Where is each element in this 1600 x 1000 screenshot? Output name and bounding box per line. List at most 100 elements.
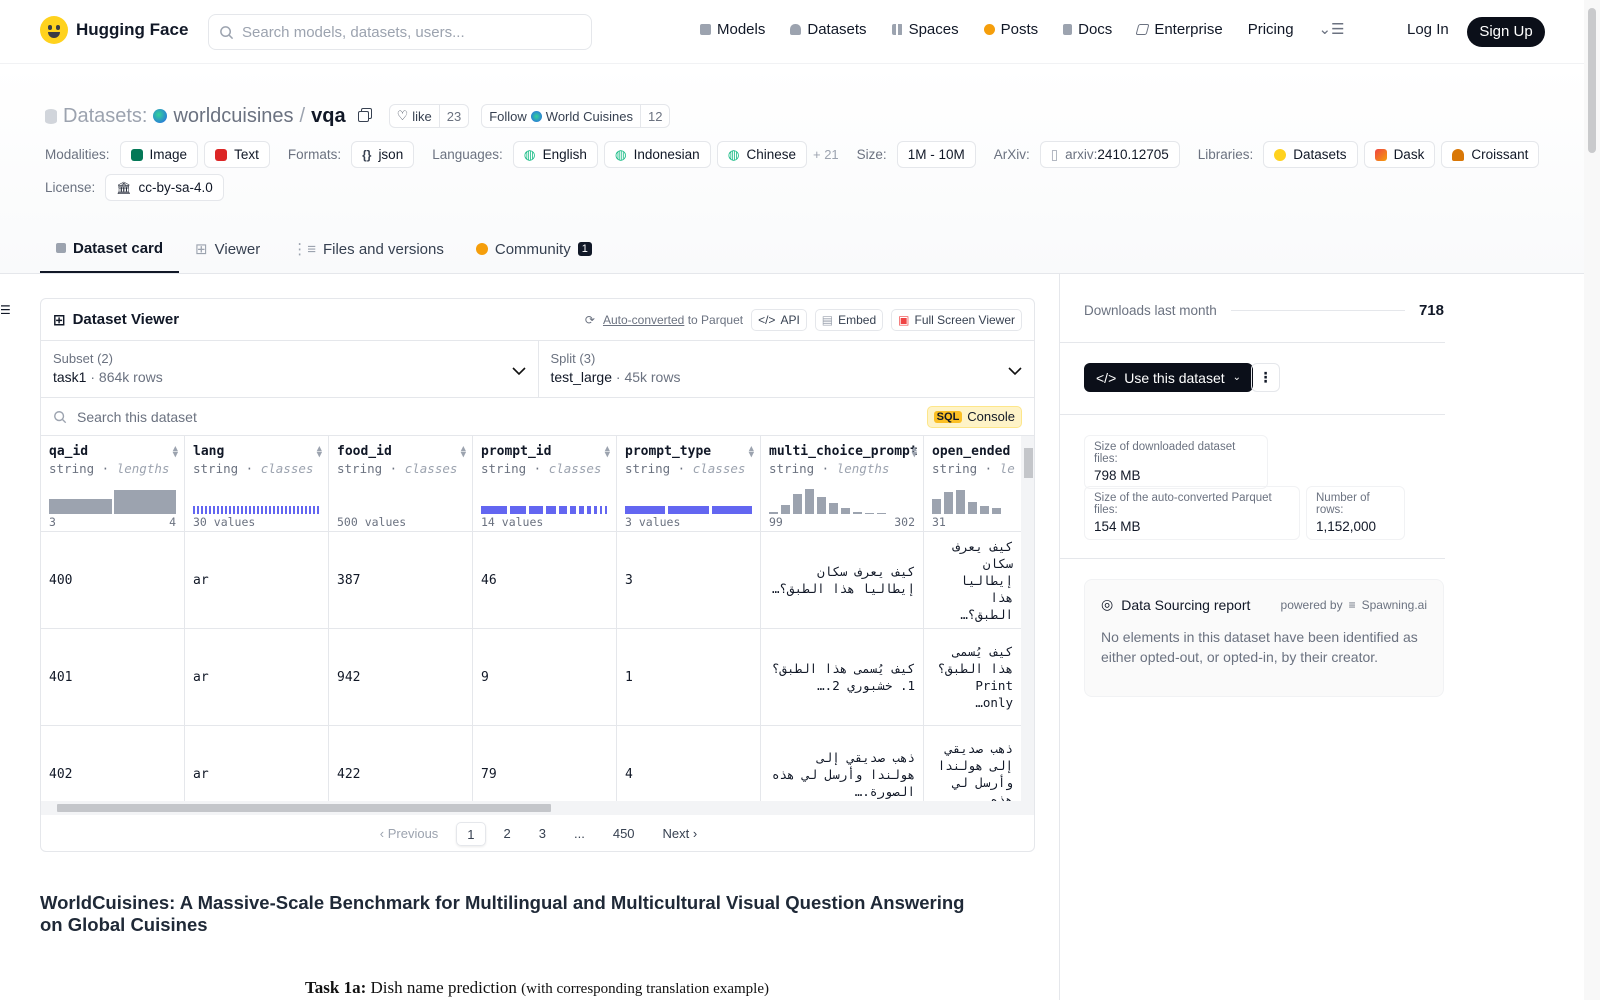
page-button[interactable]: 2	[494, 822, 521, 846]
sort-icon[interactable]: ▲ ▼	[749, 445, 754, 460]
sql-console-button[interactable]: SQL Console	[926, 405, 1022, 428]
library-dask[interactable]: Dask	[1363, 141, 1436, 168]
column-header[interactable]: open_ended string · le 31	[924, 436, 1021, 532]
column-header[interactable]: qa_id string · lengths ▲ ▼ 34	[41, 436, 184, 532]
modality-image[interactable]: Image	[119, 141, 199, 168]
sort-icon[interactable]: ▲ ▼	[912, 445, 917, 460]
language-english[interactable]: ◍ English	[512, 141, 598, 168]
chat-bubble-icon	[475, 243, 488, 255]
nav-docs[interactable]: Docs	[1063, 21, 1112, 38]
table-cell[interactable]: ar	[185, 726, 328, 801]
table-cell[interactable]: 387	[329, 532, 472, 629]
embed-button[interactable]: ▤ Embed	[814, 308, 884, 331]
table-icon: ⊞	[195, 241, 208, 258]
column-header[interactable]: food_id string · classes ▲ ▼ 500 values	[329, 436, 472, 532]
split-select[interactable]: Split (3) test_large · 45k rows	[537, 341, 1035, 397]
repo-name[interactable]: vqa	[311, 105, 345, 128]
table-cell[interactable]: كيف يُسمى هذا الطبق؟ Print only…	[924, 629, 1021, 726]
sort-icon[interactable]: ▲ ▼	[461, 445, 466, 460]
use-this-dataset-button[interactable]: </> Use this dataset ⌄	[1084, 363, 1254, 392]
column-header[interactable]: prompt_type string · classes ▲ ▼ 3 values	[617, 436, 760, 532]
nav-datasets[interactable]: Datasets	[790, 21, 867, 38]
sort-icon[interactable]: ▲ ▼	[173, 445, 178, 460]
sort-icon[interactable]: ▲ ▼	[317, 445, 322, 460]
repo-org[interactable]: worldcuisines	[173, 105, 293, 128]
global-search[interactable]	[208, 14, 592, 50]
library-datasets[interactable]: Datasets	[1263, 141, 1358, 168]
table-cell[interactable]: 401	[41, 629, 184, 726]
next-page-button[interactable]: Next ›	[653, 822, 708, 846]
column-header[interactable]: prompt_id string · classes ▲ ▼ 14 values	[473, 436, 616, 532]
like-button[interactable]: ♡ like 23	[388, 104, 470, 128]
page-button[interactable]: 1	[456, 822, 486, 846]
table-cell[interactable]: كيف يعرف سكان إيطاليا هذا الطبق؟…	[761, 532, 923, 629]
table-cell[interactable]: 400	[41, 532, 184, 629]
bank-icon: 🏛	[116, 180, 132, 195]
globe-icon: ◍	[614, 146, 627, 162]
full-screen-button[interactable]: ▣ Full Screen Viewer	[891, 308, 1022, 331]
table-cell[interactable]: 4	[617, 726, 760, 801]
table-cell[interactable]: 1	[617, 629, 760, 726]
page-scrollbar[interactable]	[1584, 0, 1600, 1000]
table-cell[interactable]: 422	[329, 726, 472, 801]
table-cell[interactable]: ذهب صديقي إلى هولندا وأرسل لي هذه…	[924, 726, 1021, 801]
nav-more-menu[interactable]: ⌄☰	[1319, 20, 1345, 38]
table-cell[interactable]: كيف يعرف سكان إيطاليا هذا الطبق؟…	[924, 532, 1021, 629]
document-icon: ▯	[1050, 146, 1059, 162]
nav-pricing[interactable]: Pricing	[1248, 21, 1294, 38]
api-button[interactable]: </> API	[751, 308, 807, 331]
page-button[interactable]: 450	[603, 822, 645, 846]
repo-header: Datasets: worldcuisines / vqa ♡ like 23 F…	[0, 64, 1584, 274]
table-cell[interactable]: ar	[185, 532, 328, 629]
table-cell[interactable]: 9	[473, 629, 616, 726]
format-json[interactable]: {} json	[351, 141, 415, 168]
nav-models[interactable]: Models	[700, 21, 765, 38]
grid-horizontal-scrollbar[interactable]	[41, 801, 1034, 815]
grid-vertical-scrollbar[interactable]	[1021, 436, 1034, 801]
language-indonesian[interactable]: ◍ Indonesian	[603, 141, 711, 168]
previous-page-button[interactable]: ‹ Previous	[370, 822, 449, 846]
size-tag[interactable]: 1M - 10M	[896, 141, 976, 168]
table-cell[interactable]: ar	[185, 629, 328, 726]
dataset-search[interactable]: SQLConsole	[41, 398, 1034, 436]
global-search-input[interactable]	[242, 23, 562, 41]
spawning-link[interactable]: Spawning.ai	[1362, 598, 1427, 612]
repo-section[interactable]: Datasets:	[63, 105, 147, 128]
copy-icon[interactable]	[357, 110, 369, 122]
brand-logo[interactable]: Hugging Face	[40, 16, 188, 44]
more-options-button[interactable]: ⋮	[1251, 363, 1280, 392]
code-icon: </>	[758, 312, 776, 327]
table-cell[interactable]: كيف يُسمى هذا الطبق؟ 1. خشبوري 2.…	[761, 629, 923, 726]
tab-community[interactable]: Community 1	[460, 225, 608, 273]
follow-button[interactable]: Follow World Cuisines 12	[481, 104, 671, 128]
table-cell[interactable]: ذهب صديقي إلى هولندا وأرسل لي هذه الصورة…	[761, 726, 923, 801]
subset-select[interactable]: Subset (2) task1 · 864k rows	[41, 341, 538, 397]
sidebar-toggle-icon[interactable]: ☰	[0, 303, 11, 317]
table-cell[interactable]: 79	[473, 726, 616, 801]
languages-more[interactable]: + 21	[813, 147, 839, 162]
table-cell[interactable]: 46	[473, 532, 616, 629]
sort-icon[interactable]: ▲ ▼	[605, 445, 610, 460]
column-multi-choice-prompt: multi_choice_prompt string · lengths ▲ ▼ …	[761, 436, 924, 801]
nav-posts[interactable]: Posts	[983, 21, 1038, 38]
signup-button[interactable]: Sign Up	[1467, 17, 1545, 47]
language-chinese[interactable]: ◍ Chinese	[716, 141, 807, 168]
dataset-search-input[interactable]	[77, 408, 917, 425]
login-link[interactable]: Log In	[1407, 21, 1449, 38]
tab-dataset-card[interactable]: Dataset card	[40, 225, 180, 273]
column-header[interactable]: multi_choice_prompt string · lengths ▲ ▼ …	[761, 436, 923, 532]
nav-enterprise[interactable]: Enterprise	[1135, 21, 1223, 38]
library-croissant[interactable]: Croissant	[1441, 141, 1540, 168]
modality-text[interactable]: Text	[204, 141, 270, 168]
tab-viewer[interactable]: ⊞ Viewer	[179, 225, 276, 273]
license-tag[interactable]: 🏛 cc-by-sa-4.0	[105, 174, 224, 201]
column-header[interactable]: lang string · classes ▲ ▼ 30 values	[185, 436, 328, 532]
nav-spaces[interactable]: Spaces	[891, 21, 959, 38]
arxiv-tag[interactable]: ▯ arxiv: 2410.12705	[1039, 141, 1180, 168]
table-cell[interactable]: 402	[41, 726, 184, 801]
table-cell[interactable]: 3	[617, 532, 760, 629]
auto-converted-link[interactable]: Auto-converted to Parquet	[603, 313, 743, 327]
tab-files[interactable]: ⋮≡ Files and versions	[276, 225, 460, 273]
page-button[interactable]: 3	[529, 822, 556, 846]
table-cell[interactable]: 942	[329, 629, 472, 726]
